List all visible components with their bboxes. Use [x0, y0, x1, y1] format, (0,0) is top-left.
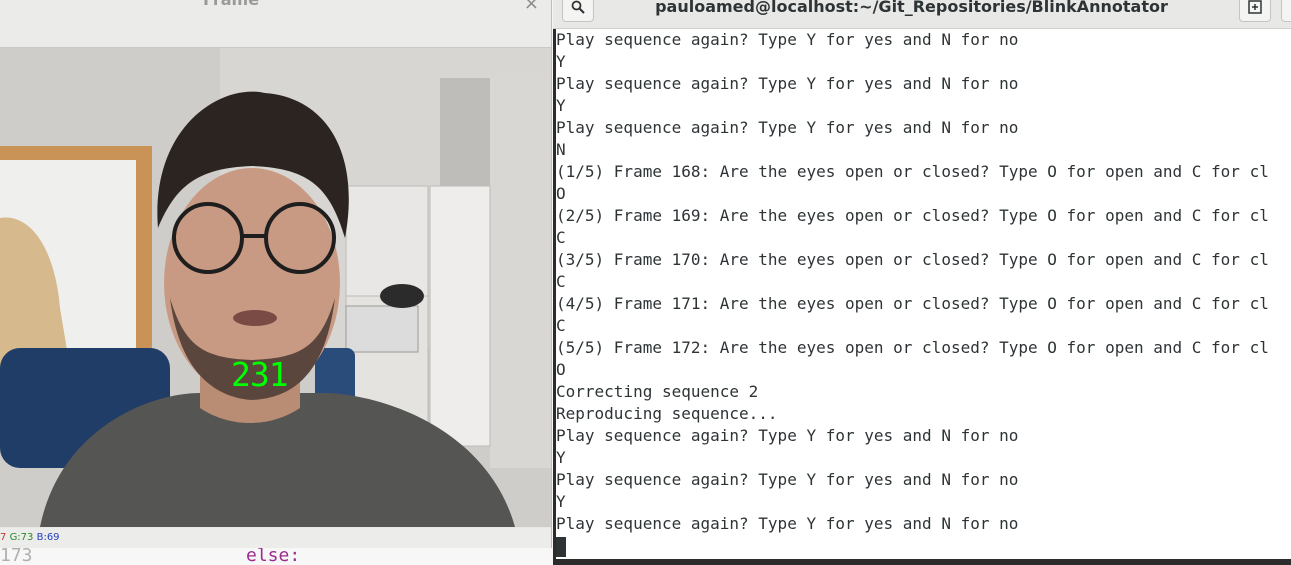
menu-button[interactable]: [1281, 0, 1291, 22]
terminal-line: Play sequence again? Type Y for yes and …: [556, 118, 1019, 137]
terminal-line: Y: [556, 492, 566, 511]
terminal-line: Play sequence again? Type Y for yes and …: [556, 514, 1019, 533]
terminal-line: Y: [556, 96, 566, 115]
terminal-line: C: [556, 272, 566, 291]
frame-title: Frame: [0, 0, 462, 9]
terminal-window: pauloamed@localhost:~/Git_Repositories/B…: [553, 0, 1291, 565]
terminal-line: C: [556, 228, 566, 247]
terminal-line: Reproducing sequence...: [556, 404, 778, 423]
new-tab-icon: [1248, 0, 1262, 14]
code-editor-fragment: 173 else:: [0, 548, 553, 565]
terminal-line: Play sequence again? Type Y for yes and …: [556, 30, 1019, 49]
pixel-status-bar: 7 G:73 B:69: [0, 528, 551, 548]
terminal-prompt-line[interactable]: [556, 535, 1269, 557]
terminal-headerbar[interactable]: pauloamed@localhost:~/Git_Repositories/B…: [553, 0, 1291, 29]
frame-counter: 231: [231, 355, 289, 394]
terminal-line: Play sequence again? Type Y for yes and …: [556, 74, 1019, 93]
terminal-line: Y: [556, 448, 566, 467]
terminal-line: (4/5) Frame 171: Are the eyes open or cl…: [556, 294, 1269, 313]
pixel-blue-value: B:69: [36, 532, 60, 543]
video-frame: 231: [0, 48, 551, 527]
terminal-line: O: [556, 184, 566, 203]
terminal-line: N: [556, 140, 566, 159]
terminal-line: Play sequence again? Type Y for yes and …: [556, 426, 1019, 445]
terminal-line: O: [556, 360, 566, 379]
frame-titlebar[interactable]: Frame ×: [0, 0, 551, 48]
terminal-line: (5/5) Frame 172: Are the eyes open or cl…: [556, 338, 1269, 357]
line-number: 173: [0, 548, 33, 565]
new-tab-button[interactable]: [1239, 0, 1271, 22]
terminal-line: Correcting sequence 2: [556, 382, 759, 401]
code-keyword: else:: [246, 548, 301, 565]
frame-window: Frame ×: [0, 0, 552, 548]
terminal-line: (2/5) Frame 169: Are the eyes open or cl…: [556, 206, 1269, 225]
pixel-red-value: 7: [0, 532, 7, 543]
pixel-green-value: G:73: [9, 532, 34, 543]
terminal-line: Play sequence again? Type Y for yes and …: [556, 470, 1019, 489]
terminal-line: C: [556, 316, 566, 335]
webcam-image: [0, 48, 551, 527]
terminal-line: (3/5) Frame 170: Are the eyes open or cl…: [556, 250, 1269, 269]
terminal-title: pauloamed@localhost:~/Git_Repositories/B…: [655, 0, 1168, 16]
close-icon[interactable]: ×: [524, 0, 539, 14]
cursor-icon: [556, 536, 566, 557]
terminal-output[interactable]: Play sequence again? Type Y for yes and …: [556, 29, 1291, 559]
terminal-line: (1/5) Frame 168: Are the eyes open or cl…: [556, 162, 1269, 181]
terminal-line: Y: [556, 52, 566, 71]
terminal-lines: Play sequence again? Type Y for yes and …: [556, 29, 1269, 557]
